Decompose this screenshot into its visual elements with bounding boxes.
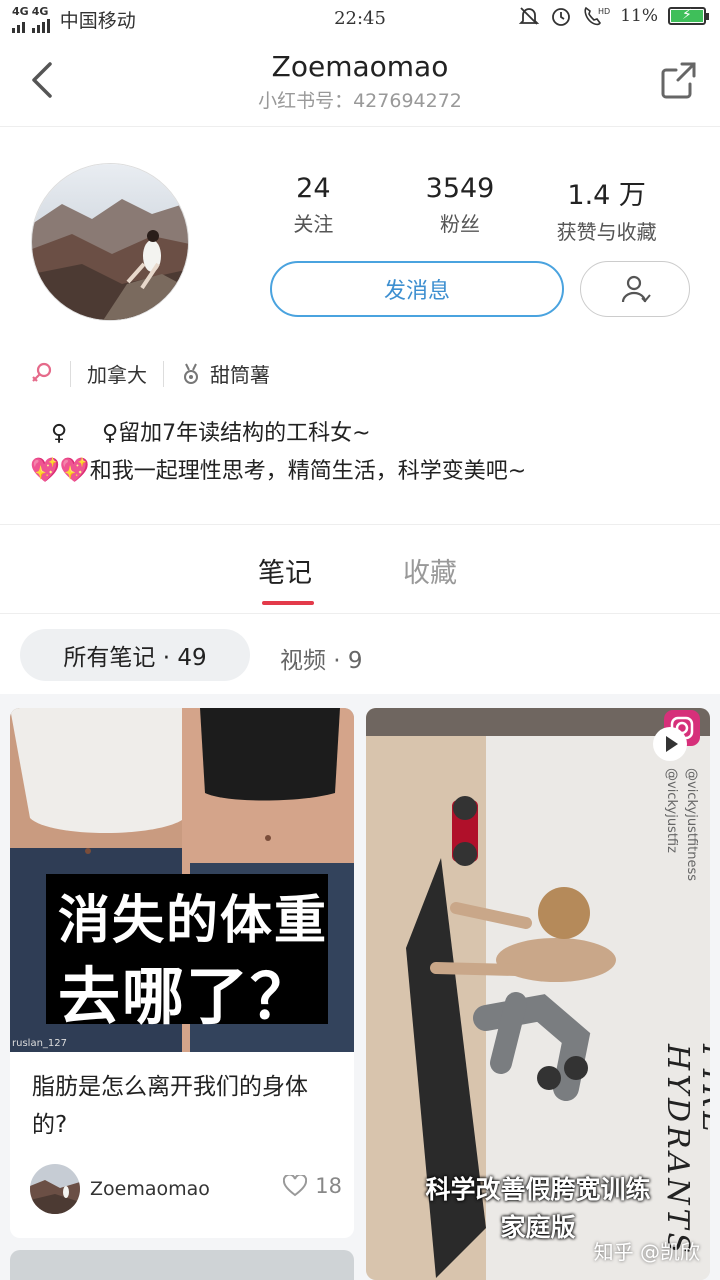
location-tag: 加拿大 bbox=[87, 363, 147, 387]
sparkling-heart-icon: 💖 bbox=[30, 456, 60, 484]
following-label: 关注 bbox=[293, 212, 334, 236]
video-handle-1: @vickyjustfiz bbox=[664, 768, 679, 853]
alarm-icon bbox=[552, 8, 571, 26]
heart-icon bbox=[283, 1175, 308, 1197]
cover-headline-2: 去哪了？ bbox=[58, 960, 315, 1033]
tab-notes[interactable]: 笔记 bbox=[258, 551, 312, 590]
video-handle-2: @vickyjustfitness bbox=[684, 768, 699, 882]
bio-line-2: 💖💖和我一起理性思考，精简生活，科学变美吧~ bbox=[30, 453, 526, 485]
cover-headline-1: 消失的体重 bbox=[58, 891, 329, 951]
author-name: Zoemaomao bbox=[90, 1178, 210, 1200]
status-bar: 4G 4G 中国移动 22:45 HD 11% ⚡ bbox=[0, 0, 720, 36]
play-icon[interactable] bbox=[652, 726, 688, 762]
battery-icon: ⚡ bbox=[668, 7, 709, 25]
screen: 4G 4G 中国移动 22:45 HD 11% ⚡ Zoemaomao 小红书号… bbox=[0, 0, 720, 1280]
content-tabs: 笔记 收藏 bbox=[0, 524, 720, 614]
profile-header: Zoemaomao 小红书号：427694272 bbox=[0, 36, 720, 126]
medal-icon bbox=[184, 363, 198, 384]
stat-following[interactable]: 24 关注 bbox=[240, 173, 387, 245]
bio-line-1: ♀ ♀留加7年读结构的工科女~ bbox=[30, 421, 371, 446]
female-icon bbox=[32, 362, 52, 382]
bio-text: 和我一起理性思考，精简生活，科学变美吧~ bbox=[89, 459, 527, 484]
followers-label: 粉丝 bbox=[440, 212, 480, 236]
hd-call-icon: HD bbox=[584, 6, 610, 26]
note-card[interactable] bbox=[10, 1250, 354, 1280]
author-avatar bbox=[30, 1164, 80, 1214]
filter-all-notes[interactable]: 所有笔记 · 49 bbox=[20, 629, 250, 681]
followers-count: 3549 bbox=[425, 173, 495, 204]
note-title: 脂肪是怎么离开我们的身体的? bbox=[32, 1074, 308, 1138]
follow-status-button[interactable] bbox=[580, 261, 690, 317]
avatar[interactable] bbox=[31, 163, 189, 321]
stat-followers[interactable]: 3549 粉丝 bbox=[387, 173, 534, 245]
watermark: 知乎 @凯欣 bbox=[593, 1240, 700, 1264]
svg-text:HD: HD bbox=[598, 7, 610, 16]
following-count: 24 bbox=[296, 173, 331, 204]
note-card[interactable]: 消失的体重 去哪了？ ruslan_127 脂肪是怎么离开我们的身体的? Zoe… bbox=[10, 708, 354, 1238]
cover-credit: ruslan_127 bbox=[12, 1038, 67, 1049]
tab-favorites[interactable]: 收藏 bbox=[403, 551, 457, 590]
filter-videos[interactable]: 视频 · 9 bbox=[280, 641, 363, 675]
like-button[interactable]: 18 bbox=[283, 1174, 342, 1198]
note-cover-image: 消失的体重 去哪了？ ruslan_127 bbox=[10, 708, 354, 1052]
video-note-card[interactable]: @vickyjustfiz @vickyjustfitness FIRE HYD… bbox=[366, 708, 710, 1280]
likes-count: 1.4 万 bbox=[567, 180, 646, 211]
video-caption-1: 科学改善假胯宽训练 bbox=[425, 1175, 651, 1204]
sparkling-heart-icon: 💖 bbox=[59, 456, 90, 484]
like-count: 18 bbox=[315, 1174, 342, 1198]
share-icon[interactable] bbox=[660, 60, 700, 100]
profile-stats: 24 关注 3549 粉丝 1.4 万 获赞与收藏 bbox=[240, 173, 680, 245]
send-message-button[interactable]: 发消息 bbox=[270, 261, 564, 317]
user-check-icon bbox=[621, 275, 651, 303]
active-tab-indicator bbox=[262, 601, 314, 605]
stat-likes[interactable]: 1.4 万 获赞与收藏 bbox=[533, 173, 680, 245]
level-badge: 甜筒薯 bbox=[210, 363, 270, 387]
likes-label: 获赞与收藏 bbox=[556, 220, 657, 244]
battery-percent: 11% bbox=[620, 6, 658, 26]
profile-id: 小红书号：427694272 bbox=[258, 90, 462, 112]
note-filter-bar: 所有笔记 · 49 视频 · 9 bbox=[0, 614, 720, 694]
profile-name: Zoemaomao bbox=[271, 50, 449, 83]
mute-bell-icon bbox=[519, 7, 540, 25]
profile-tags: 加拿大 甜筒薯 bbox=[30, 359, 270, 388]
profile-card: 24 关注 3549 粉丝 1.4 万 获赞与收藏 发消息 加拿大 甜筒薯 ♀ bbox=[0, 126, 720, 524]
note-author[interactable]: Zoemaomao bbox=[30, 1164, 210, 1214]
